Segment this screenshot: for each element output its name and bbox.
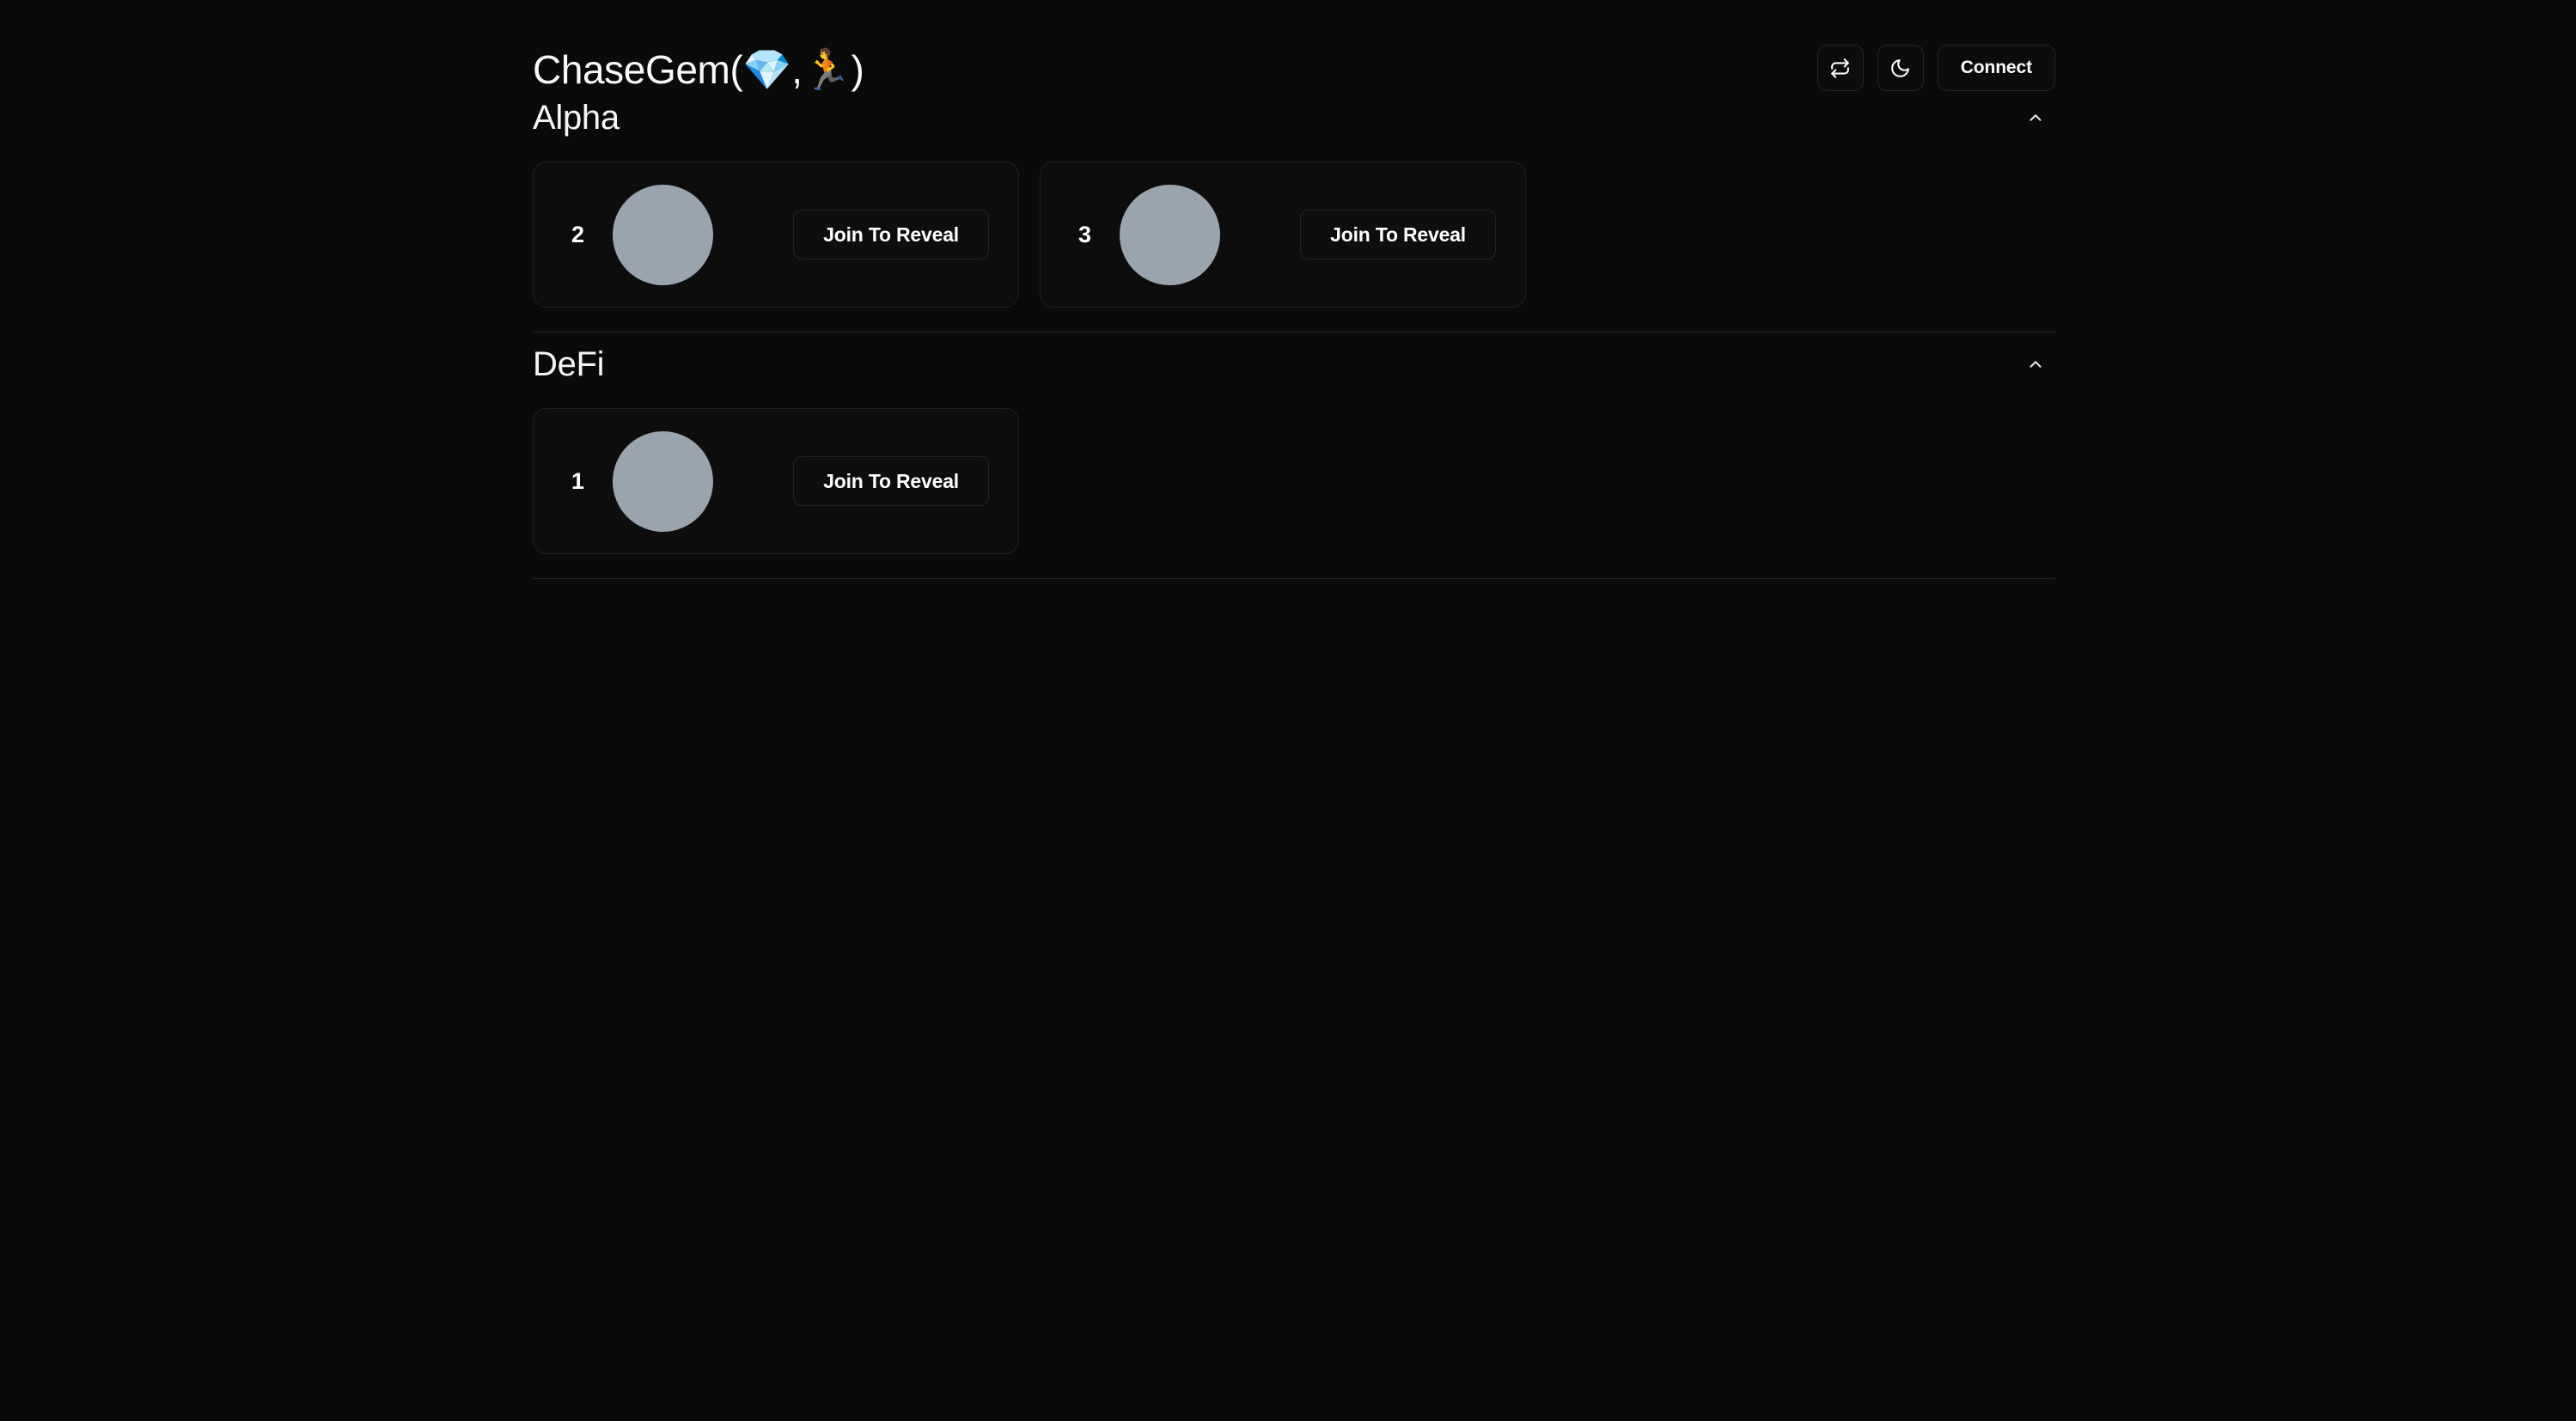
gem-card[interactable]: 1 Join To Reveal — [533, 408, 1019, 554]
chevron-up-icon[interactable] — [2021, 103, 2050, 132]
header-actions: Connect — [1816, 45, 2055, 95]
section-title: DeFi — [533, 345, 605, 383]
section-header-alpha[interactable]: Alpha — [533, 86, 2055, 149]
card-rank: 2 — [571, 221, 585, 247]
section-divider — [533, 578, 2055, 579]
gem-card[interactable]: 2 Join To Reveal — [533, 162, 1019, 308]
section-alpha: Alpha 2 Join To Reveal 3 Join To Reveal — [533, 86, 2055, 332]
gem-card[interactable]: 3 Join To Reveal — [1040, 162, 1526, 308]
chevron-up-icon[interactable] — [2021, 350, 2050, 379]
card-grid: 2 Join To Reveal 3 Join To Reveal — [533, 149, 2055, 332]
avatar — [613, 184, 713, 285]
avatar — [613, 430, 713, 532]
card-rank: 3 — [1078, 221, 1092, 247]
avatar — [1120, 184, 1220, 285]
join-to-reveal-button[interactable]: Join To Reveal — [1300, 210, 1496, 259]
join-to-reveal-button[interactable]: Join To Reveal — [793, 210, 989, 259]
section-defi: DeFi 1 Join To Reveal — [533, 332, 2055, 579]
page-title: ChaseGem(💎,🏃) — [533, 46, 864, 92]
moon-icon — [1889, 58, 1911, 79]
refresh-button[interactable] — [1816, 45, 1864, 91]
connect-button[interactable]: Connect — [1937, 45, 2055, 91]
dark-mode-button[interactable] — [1877, 45, 1924, 91]
section-title: Alpha — [533, 99, 620, 137]
card-rank: 1 — [571, 467, 585, 494]
join-to-reveal-button[interactable]: Join To Reveal — [793, 456, 989, 506]
content-container: ChaseGem(💎,🏃) Connect Alpha 2 Join To Re… — [533, 0, 2055, 579]
sections-list: Alpha 2 Join To Reveal 3 Join To Reveal DeFi 1… — [533, 86, 2055, 579]
app-root: ChaseGem(💎,🏃) Connect Alpha 2 Join To Re… — [0, 0, 2576, 1421]
section-header-defi[interactable]: DeFi — [533, 332, 2055, 396]
app-header: ChaseGem(💎,🏃) Connect — [533, 0, 2055, 91]
card-grid: 1 Join To Reveal — [533, 396, 2055, 578]
refresh-icon — [1829, 58, 1851, 79]
